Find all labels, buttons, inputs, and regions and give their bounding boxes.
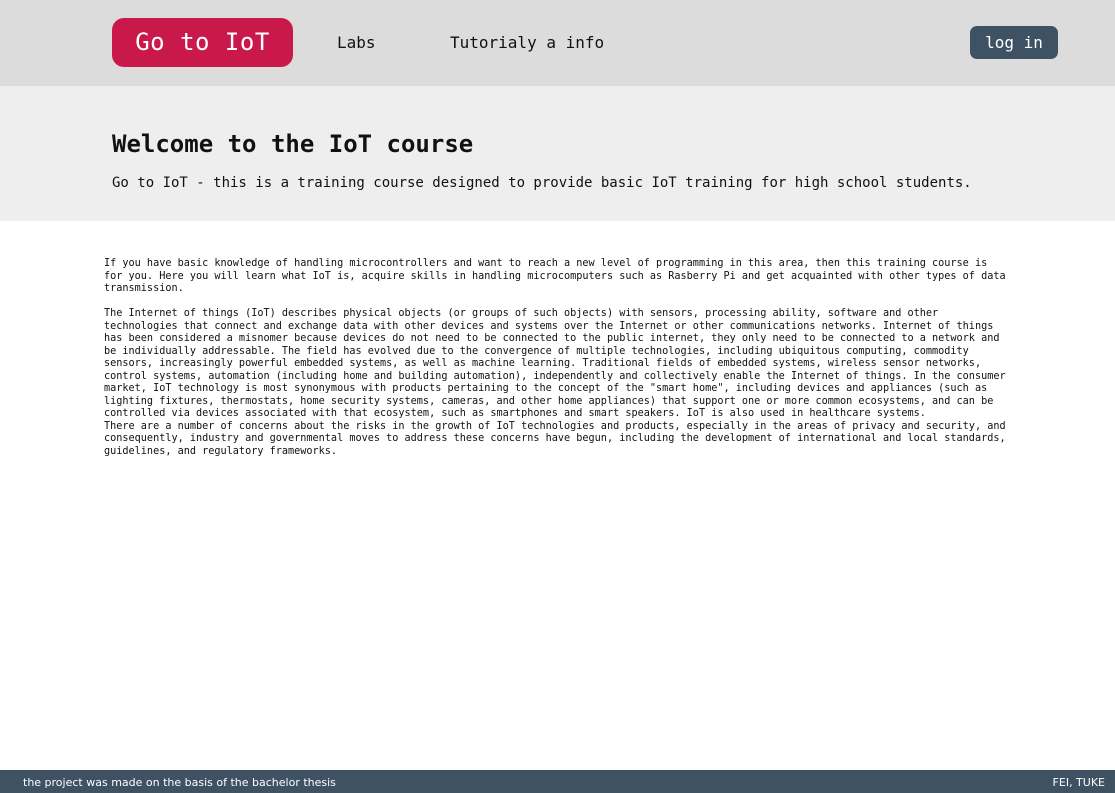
concerns-paragraph: There are a number of concerns about the… bbox=[104, 420, 1006, 457]
footer-note: the project was made on the basis of the… bbox=[23, 776, 336, 789]
page-title: Welcome to the IoT course bbox=[112, 130, 474, 158]
nav-link-tutorials[interactable]: Tutorialy a info bbox=[450, 31, 604, 55]
footer-credit: FEI, TUKE bbox=[1052, 776, 1105, 789]
iot-description-paragraph: The Internet of things (IoT) describes p… bbox=[104, 308, 1006, 419]
footer-bar: the project was made on the basis of the… bbox=[0, 770, 1115, 793]
top-navigation-bar: Go to IoT Labs Tutorialy a info log in bbox=[0, 0, 1115, 86]
page-subtitle: Go to IoT - this is a training course de… bbox=[112, 175, 972, 191]
brand-logo-button[interactable]: Go to IoT bbox=[112, 18, 293, 67]
intro-paragraph: If you have basic knowledge of handling … bbox=[104, 258, 1006, 294]
hero-section: Welcome to the IoT course Go to IoT - th… bbox=[0, 86, 1115, 221]
main-content: If you have basic knowledge of handling … bbox=[104, 258, 1009, 458]
nav-link-labs[interactable]: Labs bbox=[337, 31, 376, 55]
login-button[interactable]: log in bbox=[970, 26, 1058, 59]
